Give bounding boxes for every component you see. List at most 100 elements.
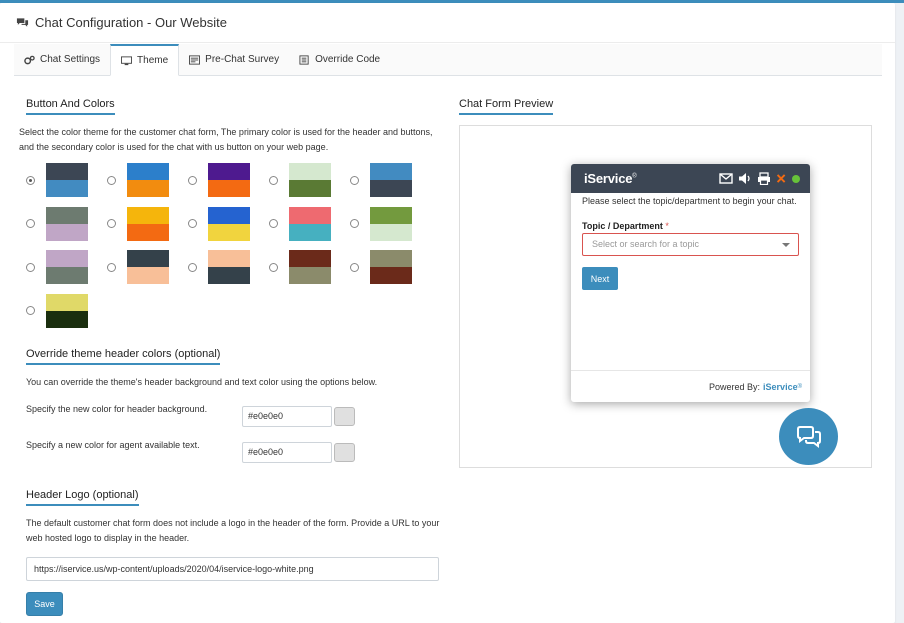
- theme-radio[interactable]: [269, 175, 278, 185]
- theme-radio[interactable]: [107, 262, 116, 272]
- primary-color: [46, 163, 88, 180]
- primary-color: [370, 206, 412, 224]
- button-colors-heading: Button And Colors: [26, 98, 115, 115]
- theme-option[interactable]: [106, 250, 187, 284]
- theme-radio[interactable]: [350, 262, 359, 272]
- tab-theme[interactable]: Theme: [110, 44, 180, 76]
- chat-with-us-button[interactable]: [779, 408, 838, 465]
- theme-swatch[interactable]: [208, 163, 250, 197]
- header-bg-color-picker[interactable]: [334, 407, 355, 426]
- theme-option[interactable]: [106, 206, 187, 241]
- theme-radio[interactable]: [26, 262, 35, 272]
- theme-radio[interactable]: [26, 306, 35, 315]
- primary-color: [289, 206, 331, 224]
- theme-option[interactable]: [25, 250, 106, 284]
- theme-swatch[interactable]: [208, 206, 250, 241]
- theme-option[interactable]: [268, 250, 349, 284]
- secondary-color: [46, 267, 88, 284]
- theme-option[interactable]: [187, 250, 268, 284]
- theme-swatch[interactable]: [370, 250, 412, 284]
- topic-label: Topic / Department *: [582, 221, 669, 231]
- theme-option[interactable]: [187, 163, 268, 197]
- theme-option[interactable]: [25, 206, 106, 241]
- volume-icon[interactable]: [738, 172, 752, 185]
- theme-swatch[interactable]: [127, 206, 169, 241]
- theme-swatch[interactable]: [46, 293, 88, 328]
- agent-text-color-input[interactable]: #e0e0e0: [242, 442, 332, 463]
- primary-color: [127, 206, 169, 224]
- theme-option[interactable]: [268, 163, 349, 197]
- card-header: Chat Configuration - Our Website: [0, 3, 895, 43]
- logo-url-input[interactable]: https://iservice.us/wp-content/uploads/2…: [26, 557, 439, 581]
- theme-swatch-grid: [25, 163, 430, 338]
- theme-swatch[interactable]: [289, 206, 331, 241]
- theme-option[interactable]: [349, 206, 430, 241]
- tab-pre-chat-survey[interactable]: Pre-Chat Survey: [179, 44, 289, 75]
- theme-swatch[interactable]: [370, 206, 412, 241]
- theme-radio[interactable]: [269, 262, 278, 272]
- primary-color: [208, 250, 250, 267]
- theme-radio[interactable]: [26, 175, 35, 185]
- theme-radio[interactable]: [350, 175, 359, 185]
- override-description: You can override the theme's header back…: [26, 377, 378, 387]
- secondary-color: [289, 180, 331, 197]
- topic-select[interactable]: Select or search for a topic: [582, 233, 799, 256]
- primary-color: [208, 206, 250, 224]
- swatch-row: [25, 206, 430, 241]
- tab-override-code[interactable]: Override Code: [289, 44, 390, 75]
- theme-option[interactable]: [25, 293, 107, 328]
- theme-option[interactable]: [106, 163, 187, 197]
- code-icon: [299, 54, 309, 65]
- theme-option[interactable]: [349, 163, 430, 197]
- theme-radio[interactable]: [269, 219, 278, 228]
- chat-header: iService®: [571, 164, 810, 193]
- agent-text-color-picker[interactable]: [334, 443, 355, 462]
- form-icon: [189, 54, 201, 65]
- chat-brand-logo: iService®: [584, 171, 637, 186]
- desktop-icon: [121, 55, 133, 65]
- theme-swatch[interactable]: [46, 250, 88, 284]
- email-icon[interactable]: [719, 172, 733, 185]
- header-bg-input[interactable]: #e0e0e0: [242, 406, 332, 427]
- tab-chat-settings[interactable]: Chat Settings: [14, 44, 110, 75]
- theme-option[interactable]: [349, 250, 430, 284]
- primary-color: [127, 250, 169, 267]
- theme-radio[interactable]: [188, 219, 197, 228]
- theme-swatch[interactable]: [289, 250, 331, 284]
- theme-radio[interactable]: [350, 219, 359, 228]
- theme-swatch[interactable]: [208, 250, 250, 284]
- theme-swatch[interactable]: [127, 250, 169, 284]
- primary-color: [208, 163, 250, 180]
- theme-radio[interactable]: [188, 262, 197, 272]
- theme-option[interactable]: [187, 206, 268, 241]
- secondary-color: [46, 180, 88, 197]
- secondary-color: [46, 310, 88, 328]
- theme-swatch[interactable]: [289, 163, 331, 197]
- override-heading: Override theme header colors (optional): [26, 348, 221, 365]
- theme-swatch[interactable]: [127, 163, 169, 197]
- chat-header-icons: [719, 172, 800, 185]
- theme-radio[interactable]: [107, 219, 116, 228]
- secondary-color: [208, 267, 250, 284]
- theme-radio[interactable]: [26, 219, 35, 228]
- save-button[interactable]: Save: [26, 592, 63, 616]
- chat-footer: Powered By: iService ®: [571, 370, 810, 402]
- next-button[interactable]: Next: [582, 267, 618, 290]
- primary-color: [46, 250, 88, 267]
- theme-swatch[interactable]: [46, 206, 88, 241]
- theme-swatch[interactable]: [370, 163, 412, 197]
- swatch-row: [25, 163, 430, 197]
- primary-color: [289, 250, 331, 267]
- theme-swatch[interactable]: [46, 163, 88, 197]
- close-icon[interactable]: [776, 172, 787, 185]
- theme-option[interactable]: [268, 206, 349, 241]
- theme-option[interactable]: [25, 163, 106, 197]
- theme-radio[interactable]: [107, 175, 116, 185]
- button-colors-description: Select the color theme for the customer …: [19, 127, 433, 152]
- primary-color: [46, 293, 88, 311]
- print-icon[interactable]: [757, 172, 771, 185]
- theme-radio[interactable]: [188, 175, 197, 185]
- secondary-color: [370, 267, 412, 284]
- page-title: Chat Configuration - Our Website: [35, 15, 227, 30]
- preview-heading: Chat Form Preview: [459, 98, 554, 115]
